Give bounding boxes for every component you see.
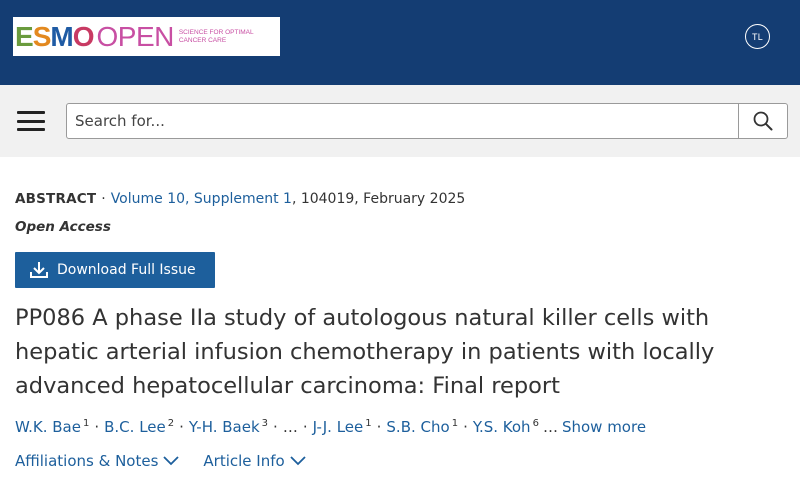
logo-letter-e: E	[15, 20, 34, 52]
search-bar-row	[0, 85, 800, 157]
separator-dot: ·	[302, 418, 308, 436]
author-link[interactable]: W.K. Bae	[15, 418, 81, 436]
logo-open-text: OPEN	[96, 20, 174, 52]
author-link[interactable]: J-J. Lee	[313, 418, 364, 436]
article-type: ABSTRACT	[15, 191, 97, 207]
article-meta: ABSTRACT · Volume 10, Supplement 1, 104019…	[15, 190, 465, 208]
show-more-authors-link[interactable]: Show more	[562, 418, 646, 436]
logo-letter-s: S	[32, 20, 52, 52]
esmo-wordmark: E S M O	[15, 20, 95, 52]
issue-link[interactable]: Volume 10, Supplement 1	[111, 191, 292, 207]
author-link[interactable]: Y-H. Baek	[189, 418, 260, 436]
affiliation-ref: 1	[365, 418, 372, 429]
separator-dot: ·	[463, 418, 468, 436]
affiliations-label: Affiliations & Notes	[15, 452, 159, 470]
search-box	[66, 103, 788, 139]
article-info-toggles: Affiliations & Notes Article Info	[15, 452, 330, 470]
menu-line	[17, 111, 45, 114]
article-info-label: Article Info	[203, 452, 285, 470]
separator-dot: ·	[179, 418, 184, 436]
user-account-badge[interactable]: TL	[745, 24, 770, 49]
download-button-label: Download Full Issue	[57, 262, 196, 278]
separator-dot: ·	[273, 418, 278, 436]
chevron-down-icon	[290, 456, 306, 466]
author-ellipsis: …	[282, 418, 298, 436]
search-icon	[753, 111, 773, 131]
separator-dot: ·	[94, 418, 100, 436]
author-link[interactable]: Y.S. Koh	[473, 418, 531, 436]
menu-line	[17, 119, 45, 123]
chevron-down-icon	[163, 456, 180, 466]
logo-tagline: SCIENCE FOR OPTIMAL CANCER CARE	[178, 29, 254, 44]
separator-dot: ·	[376, 418, 382, 436]
menu-line	[17, 128, 45, 131]
affiliation-ref: 1	[82, 418, 90, 429]
author-list: W.K. Bae 1 · B.C. Lee 2 · Y-H. Baek 3 ·… · J-J. Le…	[15, 414, 646, 437]
article-info-toggle[interactable]: Article Info	[203, 452, 306, 470]
open-access-label: Open Access	[15, 219, 111, 235]
affiliation-ref: 2	[167, 418, 175, 429]
author-ellipsis: …	[542, 418, 558, 436]
issue-details: , 104019, February 2025	[291, 191, 466, 207]
search-button[interactable]	[738, 104, 787, 138]
site-header: E S M O OPEN SCIENCE FOR OPTIMAL CANCER …	[0, 0, 800, 85]
affiliation-ref: 1	[451, 418, 459, 429]
author-link[interactable]: S.B. Cho	[386, 418, 449, 436]
logo-letter-m: M	[50, 20, 73, 52]
search-input[interactable]	[67, 104, 738, 138]
affiliation-ref: 6	[532, 418, 539, 429]
download-full-issue-button[interactable]: Download Full Issue	[15, 252, 215, 288]
author-link[interactable]: B.C. Lee	[104, 418, 166, 436]
hamburger-menu-icon[interactable]	[17, 111, 45, 131]
affiliations-notes-toggle[interactable]: Affiliations & Notes	[15, 452, 180, 470]
affiliation-ref: 3	[261, 418, 269, 429]
separator-dot: ·	[101, 191, 106, 207]
logo-letter-o: O	[72, 20, 95, 52]
download-icon	[30, 262, 48, 278]
article-title: PP086 A phase IIa study of autologous na…	[15, 305, 715, 399]
esmo-open-logo[interactable]: E S M O OPEN SCIENCE FOR OPTIMAL CANCER …	[13, 17, 280, 56]
